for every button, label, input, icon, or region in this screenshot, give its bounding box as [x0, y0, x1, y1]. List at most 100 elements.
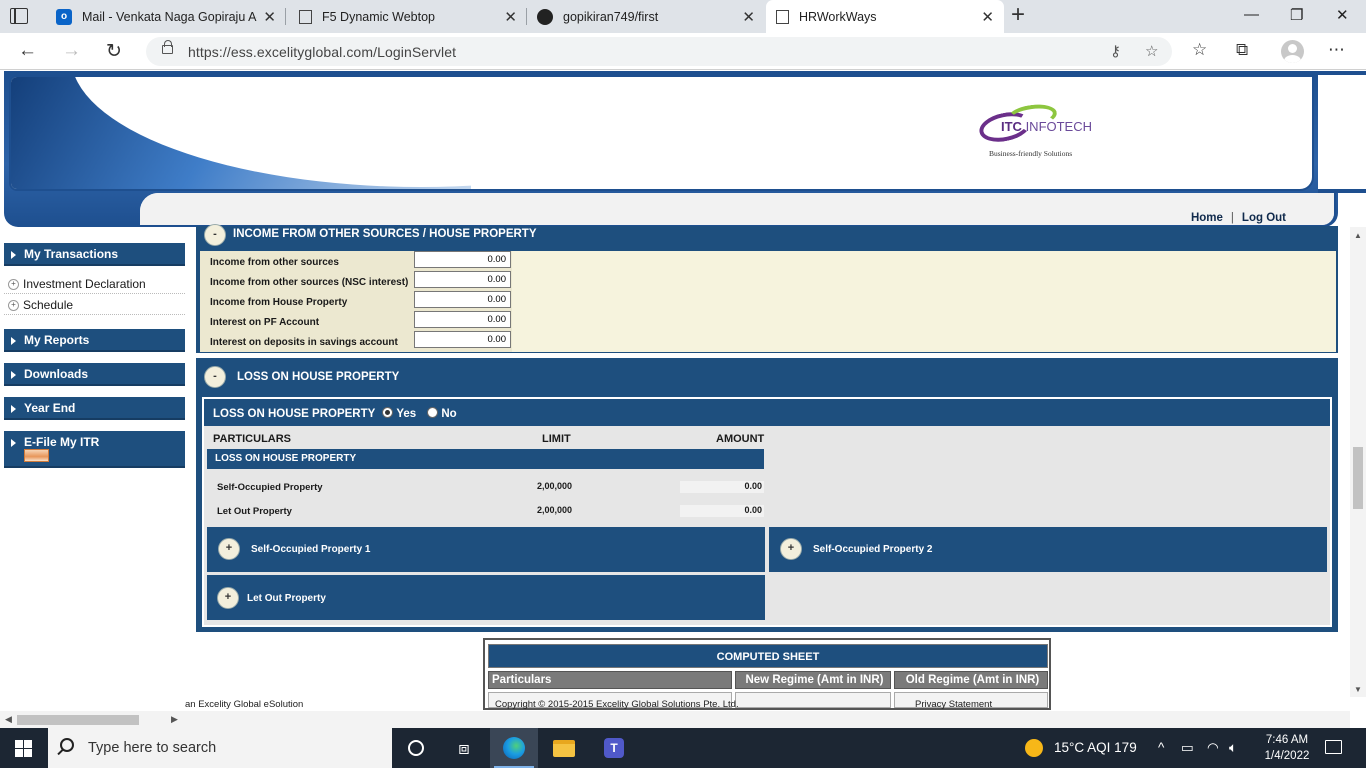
- collapse-loss-button[interactable]: -: [204, 366, 226, 388]
- tab-hrworkways[interactable]: HRWorkWays ✕: [766, 0, 1004, 33]
- logo-text: ITC INFOTECH: [1001, 119, 1092, 134]
- clock-date: 1/4/2022: [1264, 750, 1310, 762]
- pf-interest-input[interactable]: 0.00: [414, 311, 511, 328]
- restore-button[interactable]: ❐: [1290, 6, 1303, 24]
- wifi-icon[interactable]: ◠: [1207, 740, 1219, 756]
- sidebar-item-investment-declaration[interactable]: Investment Declaration: [4, 274, 185, 294]
- close-icon[interactable]: ✕: [742, 8, 755, 26]
- scroll-right-icon[interactable]: ▶: [171, 714, 178, 725]
- sidebar-year-end[interactable]: Year End: [4, 397, 185, 420]
- new-tab-button[interactable]: +: [1011, 3, 1025, 27]
- tab-mail[interactable]: o Mail - Venkata Naga Gopiraju Ac ✕: [46, 0, 286, 33]
- cortana-icon[interactable]: [392, 728, 440, 768]
- close-icon[interactable]: ✕: [263, 8, 276, 26]
- key-icon[interactable]: ⚷: [1110, 42, 1121, 60]
- computed-particulars-header: Particulars: [488, 671, 732, 689]
- home-link[interactable]: Home: [1191, 212, 1223, 224]
- windows-taskbar: Type here to search ⧈ T 15°C AQI 179 ^ ▭…: [0, 728, 1366, 768]
- vertical-scrollbar[interactable]: ▲ ▼: [1350, 227, 1366, 697]
- tab-f5-webtop[interactable]: F5 Dynamic Webtop ✕: [289, 0, 527, 33]
- income-house-property-input[interactable]: 0.00: [414, 291, 511, 308]
- income-other-sources-input[interactable]: 0.00: [414, 251, 511, 268]
- sidebar-my-transactions[interactable]: My Transactions: [4, 243, 185, 266]
- no-label: No: [441, 408, 457, 420]
- logout-link[interactable]: Log Out: [1242, 212, 1286, 224]
- page-icon: [776, 9, 789, 24]
- income-row: Interest on PF Account 0.00: [200, 311, 512, 331]
- page-icon: [299, 9, 312, 24]
- profile-avatar[interactable]: [1281, 40, 1304, 63]
- taskbar-search-box[interactable]: Type here to search: [48, 728, 392, 768]
- edge-taskbar-icon[interactable]: [490, 728, 538, 768]
- refresh-icon[interactable]: ↻: [106, 40, 122, 63]
- weather-text[interactable]: 15°C AQI 179: [1054, 740, 1137, 755]
- vertical-scroll-thumb[interactable]: [1353, 447, 1363, 509]
- income-label: Income from other sources: [210, 257, 339, 268]
- logo-main-text: ITC: [1001, 119, 1022, 134]
- tab-title: gopikiran749/first: [563, 9, 659, 24]
- self-occupied-2-panel: + Self-Occupied Property 2: [769, 527, 1327, 572]
- add-favorite-icon[interactable]: ☆: [1145, 42, 1158, 60]
- task-view-icon[interactable]: ⧈: [440, 728, 488, 768]
- expand-self-occupied-2-button[interactable]: +: [780, 538, 802, 560]
- outlook-icon: o: [56, 8, 72, 25]
- tab-actions-icon[interactable]: [10, 8, 28, 24]
- minimize-button[interactable]: —: [1244, 6, 1259, 23]
- clock-time: 7:46 AM: [1265, 734, 1309, 746]
- tab-github[interactable]: gopikiran749/first ✕: [527, 0, 765, 33]
- file-explorer-icon[interactable]: [540, 728, 588, 768]
- scroll-left-icon[interactable]: ◀: [5, 714, 12, 725]
- battery-icon[interactable]: ▭: [1181, 740, 1194, 756]
- income-nsc-interest-input[interactable]: 0.00: [414, 271, 511, 288]
- teams-icon[interactable]: T: [590, 728, 638, 768]
- volume-icon[interactable]: 🔈︎: [1229, 740, 1237, 756]
- footer-copyright: Copyright © 2015-2015 Excelity Global So…: [495, 699, 739, 710]
- horizontal-scroll-thumb[interactable]: [17, 715, 139, 725]
- windows-start-icon[interactable]: [15, 740, 32, 757]
- close-icon[interactable]: ✕: [981, 8, 994, 26]
- scroll-down-icon[interactable]: ▼: [1354, 685, 1362, 694]
- savings-interest-input[interactable]: 0.00: [414, 331, 511, 348]
- computed-cell: [735, 692, 891, 708]
- amount-header: AMOUNT: [716, 433, 765, 445]
- forward-icon[interactable]: →: [62, 40, 81, 62]
- sidebar-efile-label: E-File My ITR: [24, 435, 100, 449]
- expand-self-occupied-1-button[interactable]: +: [218, 538, 240, 560]
- more-options-icon[interactable]: ⋯: [1328, 40, 1345, 60]
- income-section-body: Income from other sources 0.00 Income fr…: [200, 251, 1336, 352]
- taskbar-clock[interactable]: 7:46 AM 1/4/2022: [1252, 732, 1322, 764]
- collections-icon[interactable]: ⧉: [1236, 40, 1248, 60]
- income-label: Interest on deposits in savings account: [210, 337, 398, 348]
- collapse-income-button[interactable]: -: [204, 224, 226, 246]
- income-label: Income from House Property: [210, 297, 348, 308]
- sidebar-my-reports[interactable]: My Reports: [4, 329, 185, 352]
- notification-icon[interactable]: [1325, 740, 1342, 754]
- self-occupied-limit: 2,00,000: [536, 481, 572, 491]
- url-field[interactable]: https://ess.excelityglobal.com/LoginServ…: [146, 37, 1172, 66]
- yes-radio[interactable]: [382, 407, 394, 418]
- let-out-limit: 2,00,000: [536, 505, 572, 515]
- yes-label: Yes: [396, 408, 417, 420]
- particulars-header: PARTICULARS: [213, 433, 292, 445]
- let-out-property-panel: + Let Out Property: [207, 575, 765, 620]
- sidebar-item-schedule[interactable]: Schedule: [4, 295, 185, 315]
- self-occupied-1-panel: + Self-Occupied Property 1: [207, 527, 765, 572]
- sidebar-efile-itr[interactable]: E-File My ITR: [4, 431, 185, 468]
- top-links: Home | Log Out: [1191, 212, 1286, 224]
- horizontal-scrollbar[interactable]: ◀ ▶: [0, 711, 1350, 728]
- privacy-statement-link[interactable]: Privacy Statement: [915, 699, 992, 710]
- close-icon[interactable]: ✕: [504, 8, 517, 26]
- loss-table-bar: LOSS ON HOUSE PROPERTY: [207, 449, 764, 469]
- favorites-icon[interactable]: ☆: [1192, 40, 1207, 60]
- self-occupied-label: Self-Occupied Property: [217, 482, 323, 493]
- income-label: Interest on PF Account: [210, 317, 320, 328]
- self-occupied-1-title: Self-Occupied Property 1: [251, 544, 371, 555]
- expand-let-out-button[interactable]: +: [217, 587, 239, 609]
- scroll-up-icon[interactable]: ▲: [1354, 231, 1362, 240]
- back-icon[interactable]: ←: [18, 40, 37, 62]
- chevron-up-icon[interactable]: ^: [1158, 740, 1164, 755]
- sidebar-downloads[interactable]: Downloads: [4, 363, 185, 386]
- lock-icon: [162, 40, 173, 54]
- no-radio[interactable]: [427, 407, 439, 418]
- close-window-button[interactable]: ✕: [1336, 6, 1349, 24]
